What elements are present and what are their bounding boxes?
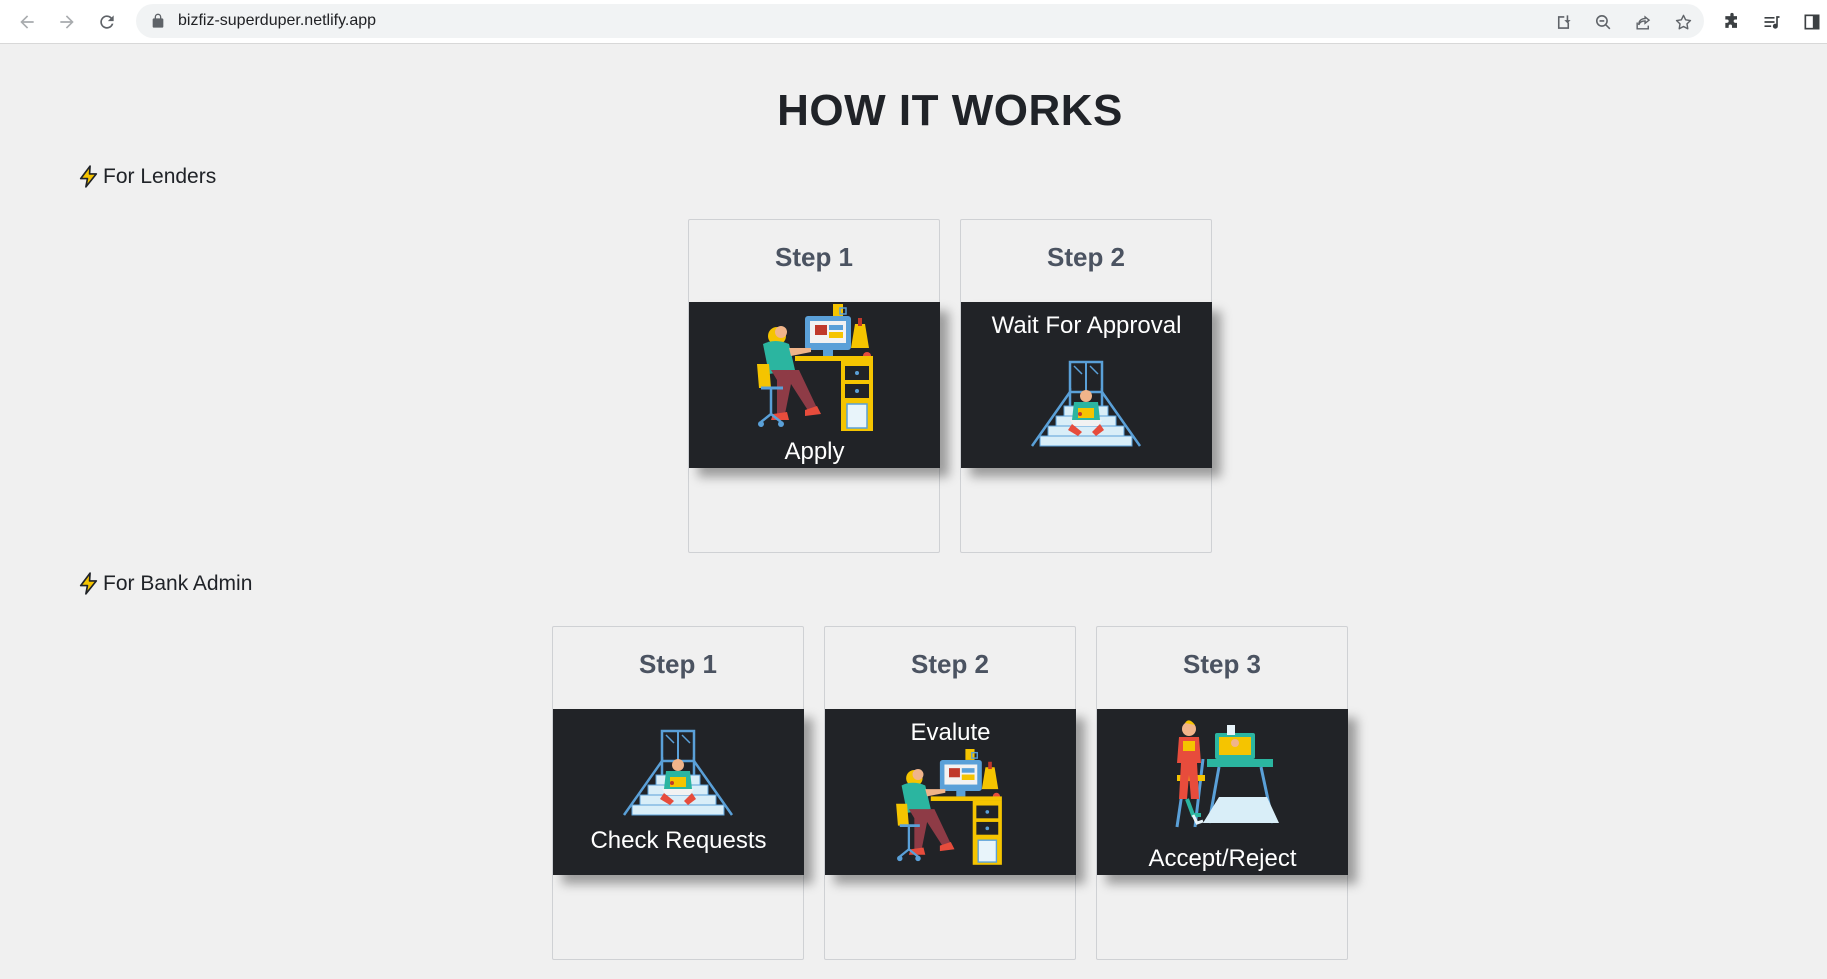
step-media: Apply bbox=[689, 302, 940, 468]
forward-arrow-icon[interactable] bbox=[53, 8, 81, 36]
bookmark-star-icon[interactable] bbox=[1672, 11, 1694, 33]
share-icon[interactable] bbox=[1632, 11, 1654, 33]
step-caption: Evalute bbox=[910, 719, 991, 746]
zoom-out-icon[interactable] bbox=[1592, 11, 1614, 33]
step-card-wait-for-approval: Step 2 Wait For Approval bbox=[960, 219, 1212, 553]
person-on-stairs-illustration bbox=[1026, 360, 1146, 450]
step-number: Step 2 bbox=[910, 649, 990, 679]
lock-icon bbox=[152, 13, 164, 28]
reload-icon[interactable] bbox=[93, 8, 121, 36]
extensions-puzzle-icon[interactable] bbox=[1720, 10, 1744, 34]
side-panel-icon[interactable] bbox=[1800, 10, 1824, 34]
step-card-evalute: Step 2 Evalute bbox=[824, 626, 1076, 960]
address-bar[interactable]: bizfiz-superduper.netlify.app bbox=[136, 4, 1704, 38]
step-number: Step 2 bbox=[1046, 242, 1126, 272]
lightning-bolt-icon bbox=[76, 571, 101, 596]
step-card-accept-reject: Step 3 Accept/Reject bbox=[1096, 626, 1348, 960]
step-number: Step 3 bbox=[1182, 649, 1262, 679]
person-at-desk-illustration bbox=[891, 749, 1007, 873]
page-title: HOW IT WORKS bbox=[777, 86, 1123, 135]
person-on-stairs-illustration bbox=[618, 729, 738, 819]
step-media: Accept/Reject bbox=[1097, 709, 1348, 875]
install-app-icon[interactable] bbox=[1552, 11, 1574, 33]
section-heading-label: For Lenders bbox=[103, 164, 217, 188]
lightning-bolt-icon bbox=[76, 164, 101, 189]
step-media: Wait For Approval bbox=[961, 302, 1212, 468]
step-card-check-requests: Step 1 Check Requests bbox=[552, 626, 804, 960]
url-text: bizfiz-superduper.netlify.app bbox=[178, 12, 377, 29]
step-caption: Check Requests bbox=[590, 827, 767, 854]
step-caption: Accept/Reject bbox=[1148, 845, 1297, 872]
section-heading-bank-admin: For Bank Admin bbox=[76, 571, 252, 596]
back-arrow-icon[interactable] bbox=[13, 8, 41, 36]
section-heading-lenders: For Lenders bbox=[76, 164, 216, 189]
step-card-apply: Step 1 Apply bbox=[688, 219, 940, 553]
step-caption: Wait For Approval bbox=[991, 312, 1182, 339]
step-number: Step 1 bbox=[774, 242, 854, 272]
step-number: Step 1 bbox=[638, 649, 718, 679]
step-media: Evalute bbox=[825, 709, 1076, 875]
step-caption: Apply bbox=[784, 438, 845, 465]
step-media: Check Requests bbox=[553, 709, 804, 875]
person-at-standing-desk-illustration bbox=[1163, 719, 1283, 829]
person-at-desk-illustration bbox=[755, 304, 875, 440]
section-heading-label: For Bank Admin bbox=[103, 571, 253, 595]
browser-toolbar: bizfiz-superduper.netlify.app bbox=[0, 0, 1827, 44]
media-queue-icon[interactable] bbox=[1760, 10, 1784, 34]
